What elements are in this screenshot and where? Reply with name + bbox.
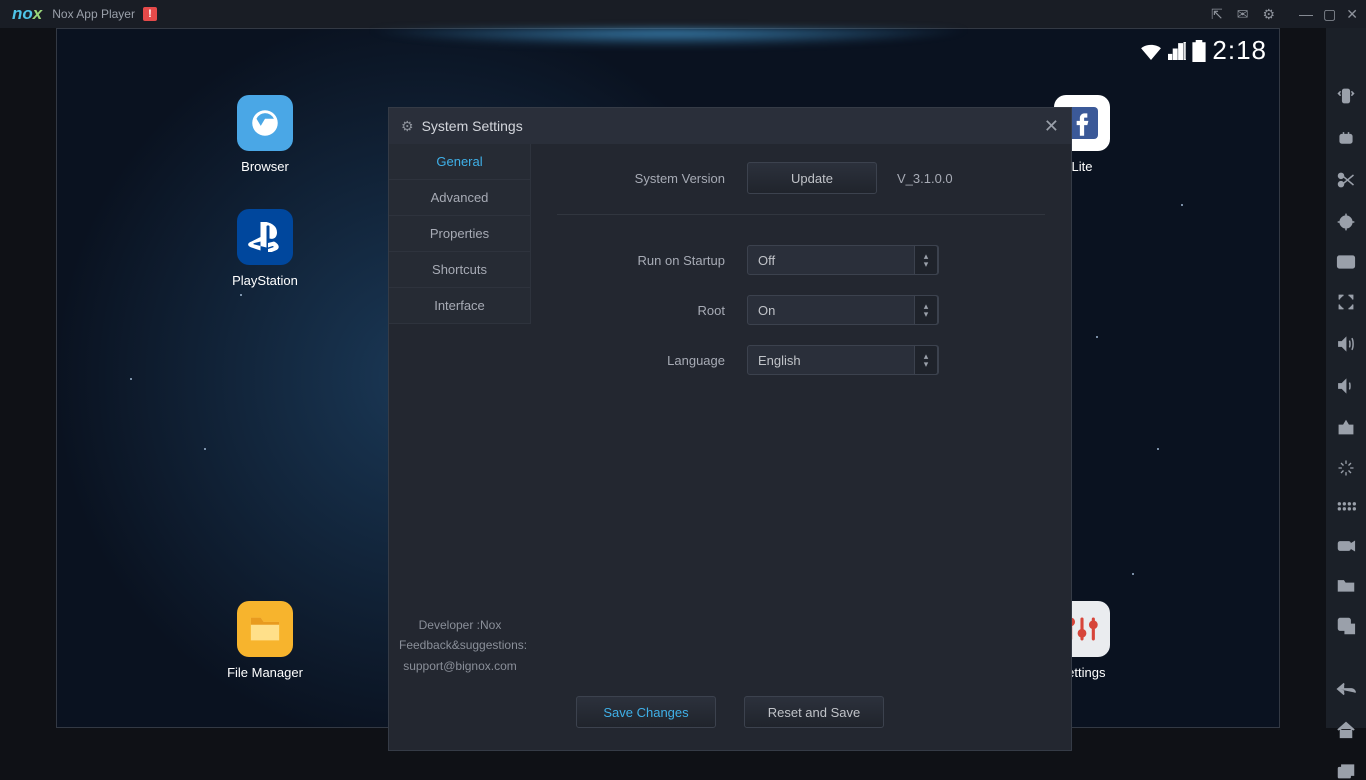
tab-advanced[interactable]: Advanced [389, 180, 531, 216]
label-root: Root [557, 303, 747, 318]
maximize-button[interactable]: ▢ [1323, 6, 1336, 23]
tab-interface[interactable]: Interface [389, 288, 531, 324]
app-logo: nox [8, 4, 42, 24]
settings-gear-icon[interactable]: ⚙ [1262, 6, 1275, 23]
dialog-footer: Save Changes Reset and Save [389, 680, 1071, 750]
chevron-updown-icon [914, 345, 938, 375]
android-back-icon[interactable] [1335, 680, 1357, 698]
title-bar: nox Nox App Player ! ⇱ ✉ ⚙ — ▢ ✕ [0, 0, 1366, 28]
svg-text:APK: APK [1341, 427, 1352, 433]
settings-content: System Version Update V_3.1.0.0 Run on S… [531, 144, 1071, 680]
desktop-icon-file-manager[interactable]: File Manager [225, 601, 305, 680]
desktop-icon-browser[interactable]: Browser [225, 95, 305, 174]
pin-icon[interactable]: ⇱ [1211, 6, 1223, 23]
fullscreen-icon[interactable] [1335, 292, 1357, 312]
volume-down-icon[interactable] [1335, 376, 1357, 396]
mail-icon[interactable]: ✉ [1237, 6, 1249, 23]
add-window-icon[interactable] [1335, 616, 1357, 636]
robot-icon[interactable] [1335, 128, 1357, 148]
select-language[interactable]: English [747, 345, 939, 375]
settings-tab-list: General Advanced Properties Shortcuts In… [389, 144, 531, 680]
android-recent-icon[interactable] [1335, 762, 1357, 780]
keyboard-icon[interactable] [1335, 254, 1357, 270]
dialog-close-icon[interactable]: ✕ [1044, 116, 1059, 137]
folder-icon[interactable] [1335, 576, 1357, 594]
tab-properties[interactable]: Properties [389, 216, 531, 252]
side-toolbar: APK [1326, 28, 1366, 728]
grid-icon[interactable] [1335, 500, 1357, 516]
battery-icon [1192, 40, 1206, 62]
desktop-icon-playstation[interactable]: PlayStation [225, 209, 305, 288]
status-clock: 2:18 [1212, 35, 1267, 66]
chevron-updown-icon [914, 295, 938, 325]
wifi-icon [1140, 42, 1162, 60]
divider [557, 214, 1045, 215]
dialog-title: System Settings [422, 118, 523, 134]
apk-icon[interactable]: APK [1335, 418, 1357, 436]
android-home-icon[interactable] [1335, 720, 1357, 740]
android-status-bar: 2:18 [1140, 35, 1267, 66]
scissors-icon[interactable] [1335, 170, 1357, 190]
signal-icon [1168, 42, 1186, 60]
save-changes-button[interactable]: Save Changes [576, 696, 716, 728]
developer-info: Developer :Nox Feedback&suggestions: sup… [389, 615, 531, 680]
system-settings-dialog: ⚙ System Settings ✕ General Advanced Pro… [388, 107, 1072, 751]
label-run-on-startup: Run on Startup [557, 253, 747, 268]
minimize-button[interactable]: — [1299, 6, 1313, 22]
chevron-updown-icon [914, 245, 938, 275]
location-icon[interactable] [1335, 212, 1357, 232]
update-button[interactable]: Update [747, 162, 877, 194]
volume-up-icon[interactable] [1335, 334, 1357, 354]
gear-icon: ⚙ [401, 118, 414, 135]
label-language: Language [557, 353, 747, 368]
reset-and-save-button[interactable]: Reset and Save [744, 696, 884, 728]
record-icon[interactable] [1335, 538, 1357, 554]
alert-badge[interactable]: ! [143, 7, 157, 21]
app-title: Nox App Player [52, 7, 135, 21]
shake-icon[interactable] [1335, 86, 1357, 106]
dialog-header: ⚙ System Settings ✕ [389, 108, 1071, 144]
tab-shortcuts[interactable]: Shortcuts [389, 252, 531, 288]
tab-general[interactable]: General [389, 144, 531, 180]
close-button[interactable]: ✕ [1346, 6, 1358, 23]
select-root[interactable]: On [747, 295, 939, 325]
label-system-version: System Version [557, 171, 747, 186]
flare-icon[interactable] [1335, 458, 1357, 478]
select-run-on-startup[interactable]: Off [747, 245, 939, 275]
emulator-screen: 2:18 Browser PlayStation File Manager Li… [56, 28, 1280, 728]
system-version-value: V_3.1.0.0 [897, 171, 953, 186]
